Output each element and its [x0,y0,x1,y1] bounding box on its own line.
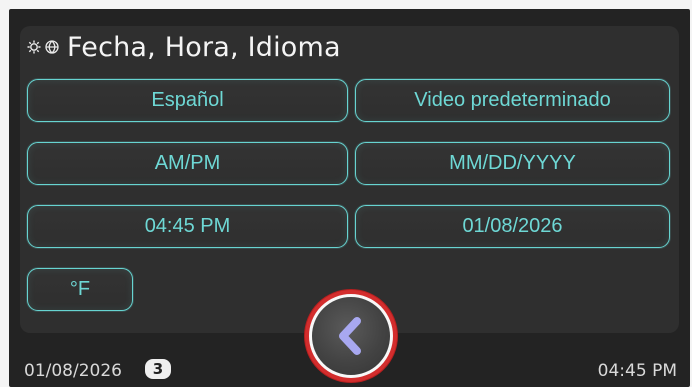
page-title: Fecha, Hora, Idioma [67,31,341,63]
time-format-button[interactable]: AM/PM [27,142,348,185]
back-button-face[interactable] [309,294,393,378]
back-button[interactable] [305,290,397,382]
chevron-left-icon [334,315,368,357]
globe-icon [44,39,60,55]
status-badge: 3 [145,359,171,379]
footer-date: 01/08/2026 [24,361,122,381]
time-setting-button[interactable]: 04:45 PM [27,205,348,248]
video-default-button[interactable]: Video predeterminado [355,79,670,122]
date-format-button[interactable]: MM/DD/YYYY [355,142,670,185]
page-header: Fecha, Hora, Idioma [26,29,341,65]
settings-gear-icon [26,39,42,55]
language-button[interactable]: Español [27,79,348,122]
date-setting-button[interactable]: 01/08/2026 [355,205,670,248]
temperature-unit-button[interactable]: °F [27,268,133,311]
device-screen: Fecha, Hora, Idioma Español Video predet… [9,9,690,387]
footer-time: 04:45 PM [597,361,677,381]
header-icons [26,39,60,55]
